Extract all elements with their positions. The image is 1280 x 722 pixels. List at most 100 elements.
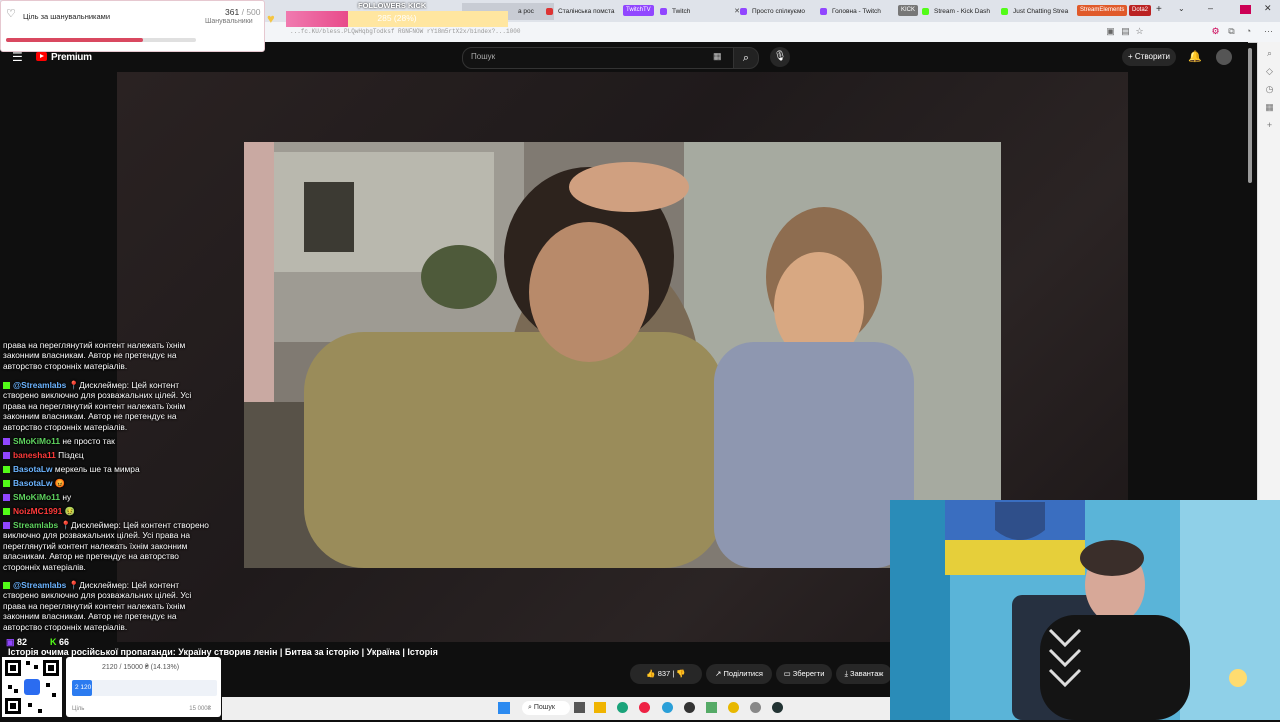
chat-username[interactable]: NoizMC1991 — [13, 506, 62, 516]
file-explorer-icon[interactable] — [594, 702, 606, 713]
follower-goal-widget: ♡ Ціль за шанувальниками 361 / 500 Шанув… — [0, 0, 265, 52]
youtube-premium-label: Premium — [51, 52, 92, 63]
goal-title: Ціль за шанувальниками — [23, 12, 111, 21]
search-icon[interactable]: ⌕ — [1264, 48, 1275, 59]
kick-bookmark[interactable]: KICK — [898, 5, 919, 16]
more-icon[interactable]: ⋯ — [1263, 26, 1274, 37]
donation-bar-label: 2 120 — [75, 684, 92, 691]
video-frame[interactable] — [244, 142, 1001, 568]
kick-tab-icon — [1001, 8, 1008, 15]
voice-search-button[interactable]: 🎙 — [770, 47, 790, 67]
url-field[interactable]: ...fc.KU/bless.PLQwHqbgTodksf RGNFNOW rY… — [290, 25, 1090, 39]
browser-tab[interactable]: Twitch ✕ — [656, 3, 742, 20]
task-view-icon[interactable] — [574, 702, 585, 713]
kick-platform-icon — [3, 480, 10, 488]
menu-icon[interactable]: ☰ — [12, 50, 23, 64]
youtube-logo-icon[interactable] — [36, 52, 47, 61]
twitchtv-bookmark[interactable]: TwitchTV — [623, 5, 654, 16]
reader-icon[interactable]: ▤ — [1120, 26, 1131, 37]
chat-username[interactable]: SMoKiMo11 — [13, 492, 60, 502]
save-button[interactable]: ▭ Зберегти — [776, 664, 832, 684]
collections-icon[interactable]: ⧉ — [1226, 26, 1237, 37]
tab-label: Сталінська помста — [558, 8, 615, 15]
goal-target: 500 — [246, 7, 261, 17]
donation-bar-track: 2 120 — [72, 680, 217, 696]
kick-tab-icon — [922, 8, 929, 15]
chat-text: не просто так — [62, 436, 115, 446]
chat-username[interactable]: banesha11 — [13, 450, 56, 460]
tab-list-chevron-icon[interactable]: ⌄ — [1178, 4, 1185, 13]
windows-start-icon[interactable] — [498, 702, 510, 714]
browser-icon[interactable] — [639, 702, 650, 713]
settings-app-icon[interactable] — [750, 702, 761, 713]
browser-tab[interactable]: Головна - Twitch ✕ — [816, 3, 908, 20]
settings-icon[interactable]: ⚙ — [1210, 26, 1221, 37]
search-input[interactable]: Пошук — [471, 52, 495, 61]
taskbar-search[interactable]: ⌕ Пошук — [522, 701, 570, 715]
chat-text: 🤢 — [64, 506, 76, 516]
extensions-icon[interactable]: ▣ — [1105, 26, 1116, 37]
chat-message: SMoKiMo11 ну — [3, 492, 216, 502]
streamelements-bookmark[interactable]: StreamElements — [1077, 5, 1128, 16]
chat-text: ну — [62, 492, 72, 502]
page-scrollbar[interactable] — [1248, 48, 1252, 183]
browser-tab[interactable]: Сталінська помста — [542, 3, 632, 20]
chat-username[interactable]: @Streamlabs — [13, 580, 66, 590]
edge-icon[interactable] — [617, 702, 628, 713]
taskbar-search-label: Пошук — [533, 704, 555, 711]
chat-message: NoizMC1991 🤢 — [3, 506, 216, 516]
tab-label: Головна - Twitch — [832, 8, 881, 15]
search-box: Пошук ▦ — [462, 47, 734, 69]
tag-icon[interactable]: ◇ — [1264, 66, 1275, 77]
chat-text: Піздєц — [58, 450, 84, 460]
keyboard-icon[interactable]: ▦ — [713, 51, 722, 62]
goal-sub-label: Шанувальники — [205, 18, 253, 25]
create-button[interactable]: + Створити — [1122, 48, 1176, 66]
chat-username[interactable]: Streamlabs — [13, 520, 58, 530]
minimize-icon[interactable]: – — [1208, 3, 1213, 13]
download-button[interactable]: ⤓ Завантаж — [836, 664, 892, 684]
close-window-icon[interactable]: ✕ — [1264, 3, 1272, 14]
chrome-icon[interactable] — [728, 702, 739, 713]
youtube-tab-icon — [546, 8, 553, 15]
add-icon[interactable]: + — [1264, 120, 1275, 131]
video-actions: 👍 837 | 👎 ↗ Поділитися ▭ Зберегти ⤓ Зава… — [630, 664, 892, 684]
obs-icon[interactable] — [684, 702, 695, 713]
kick-heart-icon: ♥ — [267, 11, 275, 26]
chat-username[interactable]: BasotaLw — [13, 464, 53, 474]
goal-progress-bar — [6, 38, 196, 42]
chat-message: права на переглянутий контент належать ї… — [3, 340, 216, 371]
tab-label: Just Chatting Strea — [1013, 8, 1069, 15]
twitch-platform-icon — [3, 452, 10, 460]
steam-icon[interactable] — [772, 702, 783, 713]
windows-taskbar: ⌕ Пошук — [222, 697, 892, 720]
chat-overlay: права на переглянутий контент належать ї… — [0, 340, 220, 640]
chat-username[interactable]: BasotaLw — [13, 478, 53, 488]
app-icon[interactable] — [706, 702, 717, 713]
share-button[interactable]: ↗ Поділитися — [706, 664, 772, 684]
notifications-icon[interactable]: 🔔 — [1188, 50, 1202, 63]
apps-icon[interactable]: ▦ — [1264, 102, 1275, 113]
goal-progress-fill — [6, 38, 144, 42]
heart-icon: ♡ — [6, 8, 16, 20]
like-button[interactable]: 👍 837 | 👎 — [630, 664, 702, 684]
kick-platform-icon — [3, 382, 10, 390]
avatar[interactable] — [1216, 49, 1232, 65]
chat-username[interactable]: @Streamlabs — [13, 380, 66, 390]
chat-username[interactable]: SMoKiMo11 — [13, 436, 60, 446]
chat-message: SMoKiMo11 не просто так — [3, 436, 216, 446]
favorite-icon[interactable]: ☆ — [1134, 26, 1145, 37]
profile-icon[interactable]: ◔ — [1243, 26, 1254, 37]
search-button[interactable]: ⌕ — [733, 47, 759, 69]
history-icon[interactable]: ◷ — [1264, 84, 1275, 95]
twitch-platform-icon — [3, 522, 10, 530]
dota2-bookmark[interactable]: Dota2 — [1129, 5, 1152, 16]
goal-separator: / — [241, 7, 244, 17]
new-tab-button[interactable]: + — [1156, 4, 1162, 15]
chat-text: права на переглянутий контент належать ї… — [3, 340, 186, 371]
browser-tab[interactable]: Просто спілкуємо ✕ — [736, 3, 828, 20]
maximize-icon[interactable] — [1240, 5, 1251, 14]
telegram-icon[interactable] — [662, 702, 673, 713]
chat-message: banesha11 Піздєц — [3, 450, 216, 460]
chat-message: @Streamlabs 📍Дисклеймер: Цей контент ств… — [3, 580, 216, 632]
